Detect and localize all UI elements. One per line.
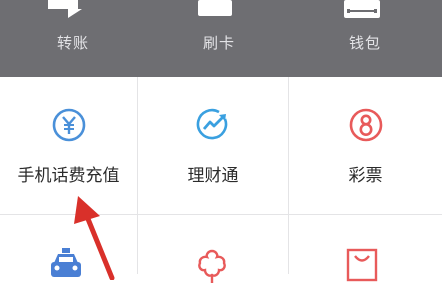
card-swipe-button[interactable]: 刷卡 xyxy=(146,0,292,77)
lottery-icon xyxy=(349,108,382,142)
flower-icon xyxy=(198,249,226,283)
yuan-coin-icon xyxy=(52,108,85,142)
card-swipe-label: 刷卡 xyxy=(202,34,235,52)
card-swipe-icon xyxy=(198,0,232,16)
transfer-icon xyxy=(48,0,82,18)
lottery-item[interactable]: 彩票 xyxy=(289,77,442,214)
wallet-button[interactable]: 钱包 xyxy=(292,0,438,77)
wallet-label: 钱包 xyxy=(348,34,381,52)
transfer-button[interactable]: 转账 xyxy=(0,0,146,77)
transfer-label: 转账 xyxy=(56,34,89,52)
red-arrow-icon xyxy=(74,196,115,280)
mobile-recharge-label: 手机话费充值 xyxy=(17,166,120,186)
finance-trend-icon xyxy=(196,108,228,140)
wallet-icon xyxy=(344,0,380,18)
top-action-bar: 转账 刷卡 钱包 xyxy=(0,0,442,77)
licaitong-item[interactable]: 理财通 xyxy=(138,77,288,214)
shopping-bag-icon xyxy=(346,248,378,282)
licaitong-label: 理财通 xyxy=(187,166,239,186)
lottery-label: 彩票 xyxy=(348,166,383,186)
